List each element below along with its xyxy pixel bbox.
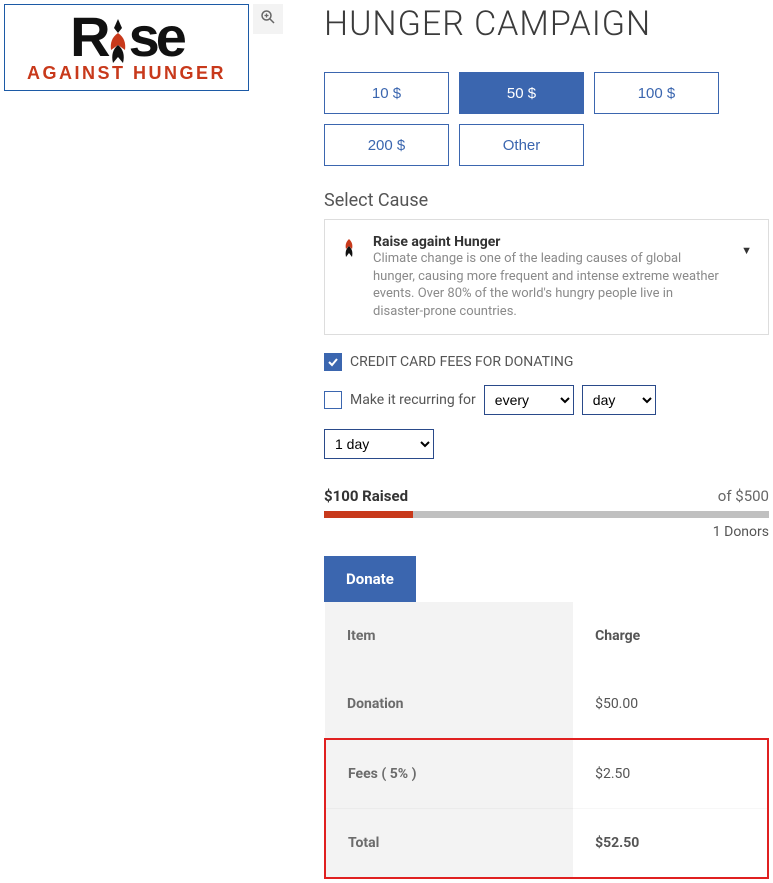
tab-donate[interactable]: Donate (324, 556, 416, 602)
chevron-down-icon: ▼ (741, 244, 752, 257)
amount-option-3[interactable]: 200 $ (324, 124, 449, 166)
cc-fees-label: CREDIT CARD FEES FOR DONATING (350, 354, 573, 370)
charges-table: ItemChargeDonation$50.00 Fees ( 5% )$2.5… (324, 602, 769, 879)
logo-text-suffix: se (129, 9, 183, 65)
image-column: R se AGAINST HUNGER (4, 4, 284, 91)
col-header-item: Item (325, 602, 573, 670)
hunger-icon (341, 238, 357, 263)
page-title: HUNGER CAMPAIGN (324, 4, 769, 44)
zoom-in-icon (260, 9, 276, 29)
row-charge-0: $50.00 (573, 670, 768, 739)
row-item-2: Total (325, 809, 573, 879)
cause-description: Climate change is one of the leading cau… (373, 250, 725, 320)
row-charge-2: $52.50 (573, 809, 768, 879)
cause-title: Raise againt Hunger (373, 234, 725, 250)
period-select[interactable]: 1 day (324, 429, 434, 459)
unit-select[interactable]: day (582, 385, 656, 415)
progress-bar (324, 511, 769, 518)
donors-count: 1 Donors (324, 524, 769, 540)
recurring-checkbox[interactable] (324, 391, 342, 409)
col-header-charge: Charge (573, 602, 768, 670)
logo-text-prefix: R (70, 9, 106, 65)
amount-option-4[interactable]: Other (459, 124, 584, 166)
progress-fill (324, 511, 413, 518)
select-cause-label: Select Cause (324, 190, 769, 211)
amount-option-0[interactable]: 10 $ (324, 72, 449, 114)
logo-tagline: AGAINST HUNGER (15, 63, 238, 84)
wheat-icon (105, 17, 131, 65)
row-item-0: Donation (325, 670, 573, 739)
frequency-select[interactable]: every (484, 385, 574, 415)
amount-option-2[interactable]: 100 $ (594, 72, 719, 114)
checkmark-icon (327, 356, 339, 368)
amount-option-1[interactable]: 50 $ (459, 72, 584, 114)
amount-options: 10 $50 $100 $ 200 $Other (324, 72, 769, 166)
goal-amount: of $500 (718, 487, 769, 505)
zoom-button[interactable] (253, 4, 283, 34)
recurring-label: Make it recurring for (350, 392, 476, 408)
row-charge-1: $2.50 (573, 739, 768, 809)
logo-word: R se (15, 9, 238, 65)
logo-i-glyph (105, 17, 131, 65)
row-item-1: Fees ( 5% ) (325, 739, 573, 809)
cause-dropdown[interactable]: Raise againt Hunger Climate change is on… (324, 219, 769, 335)
campaign-logo[interactable]: R se AGAINST HUNGER (4, 4, 249, 91)
raised-amount: $100 Raised (324, 487, 408, 505)
cc-fees-checkbox[interactable] (324, 353, 342, 371)
